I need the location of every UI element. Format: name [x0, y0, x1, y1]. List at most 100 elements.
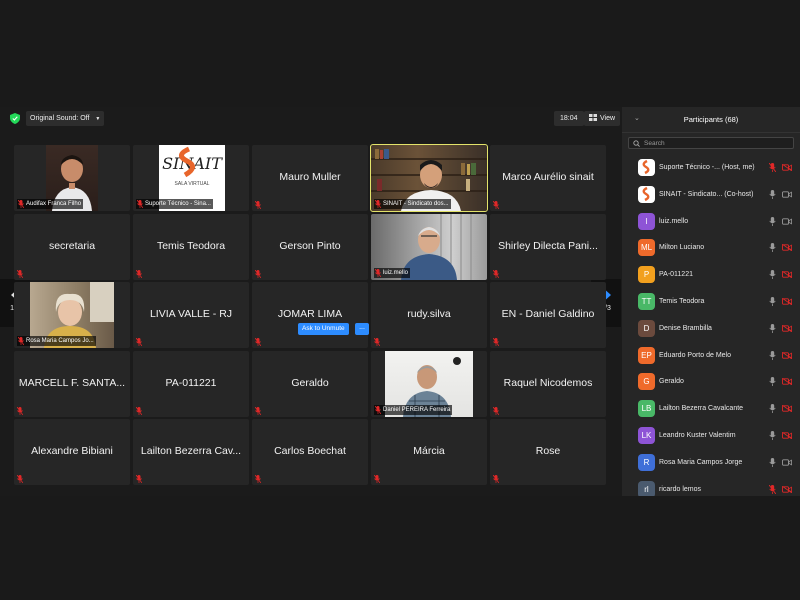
mic-icon[interactable] — [769, 377, 776, 387]
participant-row[interactable]: P PA-011221 — [622, 262, 800, 289]
mic-icon[interactable] — [769, 323, 776, 333]
participant-row[interactable]: l luiz.mello — [622, 209, 800, 236]
mic-muted-icon[interactable] — [769, 484, 776, 494]
participant-row[interactable]: TT Temis Teodora — [622, 289, 800, 316]
mic-icon[interactable] — [769, 350, 776, 360]
participant-tile[interactable]: Rose — [490, 419, 606, 485]
participant-tile[interactable]: Geraldo — [252, 351, 368, 417]
participant-tile[interactable]: LIVIA VALLE - RJ — [133, 282, 249, 348]
ask-to-unmute-button[interactable]: Ask to Unmute — [298, 323, 349, 335]
participant-tile[interactable]: Márcia — [371, 419, 487, 485]
participant-row[interactable]: D Denise Brambilla — [622, 316, 800, 343]
participant-tile[interactable]: Marco Aurélio sinait — [490, 145, 606, 211]
avatar: ML — [638, 239, 655, 257]
mic-icon[interactable] — [769, 404, 776, 414]
participant-name: Temis Teodora — [659, 297, 705, 305]
mic-icon[interactable] — [769, 430, 776, 440]
avatar: R — [638, 453, 655, 471]
mic-muted-icon — [375, 406, 381, 414]
participant-name: LIVIA VALLE - RJ — [149, 308, 233, 320]
participant-role: (Host, me) — [721, 164, 755, 171]
participant-video-label: Daniel PEREIRA Ferreira — [374, 405, 453, 415]
participant-tile[interactable]: PA-011221 — [133, 351, 249, 417]
participant-row-label: Geraldo — [659, 378, 684, 385]
participant-row[interactable]: rl ricardo lemos — [622, 477, 800, 496]
participant-row[interactable]: R Rosa Maria Campos Jorge — [622, 450, 800, 477]
video-off-icon[interactable] — [782, 378, 792, 386]
participant-row[interactable]: Suporte Técnico -... (Host, me) — [622, 155, 800, 182]
participant-row-label: ricardo lemos — [659, 486, 701, 493]
mic-icon[interactable] — [769, 189, 776, 199]
participant-name: JOMAR LIMA — [277, 308, 343, 320]
participant-name: Shirley Dilecta Pani... — [498, 240, 598, 252]
participant-row[interactable]: LK Leandro Kuster Valentim — [622, 423, 800, 450]
participant-name: Eduardo Porto de Melo — [659, 351, 731, 359]
participant-name: Suporte Técnico - Sina... — [145, 201, 211, 207]
participant-tile[interactable]: Shirley Dilecta Pani... — [490, 214, 606, 280]
mic-icon[interactable] — [769, 270, 776, 280]
search-input[interactable] — [644, 139, 784, 147]
participant-row[interactable]: SINAIT - Sindicato... (Co-host) — [622, 182, 800, 209]
mic-muted-icon — [136, 407, 142, 415]
participant-row[interactable]: ML Milton Luciano — [622, 235, 800, 262]
participant-name: EN - Daniel Galdino — [501, 308, 595, 320]
participants-header: ⌄ Participants (68) — [622, 107, 800, 133]
participant-row[interactable]: LB Lailton Bezerra Cavalcante — [622, 396, 800, 423]
video-off-icon[interactable] — [782, 431, 792, 439]
participant-tile[interactable]: Mauro Muller — [252, 145, 368, 211]
video-icon[interactable] — [782, 459, 792, 466]
mic-muted-icon — [493, 270, 499, 278]
video-off-icon[interactable] — [782, 405, 792, 413]
participant-name: Audifax Franca Filho — [26, 201, 82, 207]
participant-tile[interactable]: SINAIT SALA VIRTUAL Suporte Técnico - Sina… — [133, 145, 249, 211]
participants-search[interactable] — [628, 137, 794, 149]
shield-icon[interactable] — [10, 113, 20, 124]
participant-name: Mauro Muller — [279, 171, 341, 183]
video-off-icon[interactable] — [782, 351, 792, 359]
video-off-icon[interactable] — [782, 324, 792, 332]
participant-tile[interactable]: Carlos Boechat — [252, 419, 368, 485]
svg-text:SALA VIRTUAL: SALA VIRTUAL — [175, 181, 210, 187]
video-off-icon[interactable] — [782, 244, 792, 252]
participant-tile[interactable]: rudy.silva — [371, 282, 487, 348]
avatar: LK — [638, 426, 655, 444]
participant-row-label: Suporte Técnico -... (Host, me) — [659, 164, 755, 171]
participant-name: Denise Brambilla — [659, 324, 712, 332]
view-button[interactable]: View — [584, 111, 621, 126]
video-icon[interactable] — [782, 217, 792, 225]
video-off-icon[interactable] — [782, 271, 792, 279]
mic-icon[interactable] — [769, 216, 776, 226]
participant-tile[interactable]: MARCELL F. SANTA... — [14, 351, 130, 417]
participant-tile[interactable]: luiz.mello — [371, 214, 487, 280]
video-off-icon[interactable] — [782, 485, 792, 493]
participant-row[interactable]: G Geraldo — [622, 369, 800, 396]
participant-name: Rose — [535, 445, 561, 457]
participant-tile[interactable]: JOMAR LIMA — [252, 282, 368, 348]
video-icon[interactable] — [782, 191, 792, 198]
mic-muted-icon[interactable] — [769, 163, 776, 172]
original-sound-toggle[interactable]: Original Sound: Off ▼ — [26, 111, 105, 126]
participant-tile[interactable]: Lailton Bezerra Cav... — [133, 419, 249, 485]
participant-tile[interactable]: Temis Teodora — [133, 214, 249, 280]
participant-tile[interactable]: Rosa Maria Campos Jo... — [14, 282, 130, 348]
participant-tile[interactable]: secretaria — [14, 214, 130, 280]
participant-tile[interactable]: Gerson Pinto — [252, 214, 368, 280]
participant-tile[interactable]: Audifax Franca Filho — [14, 145, 130, 211]
more-options-button[interactable]: ... — [355, 323, 369, 335]
participant-name: Lailton Bezerra Cavalcante — [659, 405, 744, 413]
participant-row-label: SINAIT - Sindicato... (Co-host) — [659, 191, 753, 198]
video-off-icon[interactable] — [782, 164, 792, 171]
participant-tile[interactable]: EN - Daniel Galdino — [490, 282, 606, 348]
chevron-down-icon: ▼ — [95, 116, 101, 122]
mic-icon[interactable] — [769, 457, 776, 467]
participant-tile[interactable]: Daniel PEREIRA Ferreira — [371, 351, 487, 417]
mic-icon[interactable] — [769, 243, 776, 253]
mic-icon[interactable] — [769, 296, 776, 306]
participant-tile[interactable]: Alexandre Bibiani — [14, 419, 130, 485]
participant-name: Daniel PEREIRA Ferreira — [383, 407, 451, 413]
participant-tile[interactable]: SINAIT - Sindicato dos... — [370, 144, 488, 212]
mic-muted-icon — [18, 200, 24, 208]
participant-row[interactable]: EP Eduardo Porto de Melo — [622, 343, 800, 370]
video-off-icon[interactable] — [782, 297, 792, 305]
participant-tile[interactable]: Raquel Nicodemos — [490, 351, 606, 417]
